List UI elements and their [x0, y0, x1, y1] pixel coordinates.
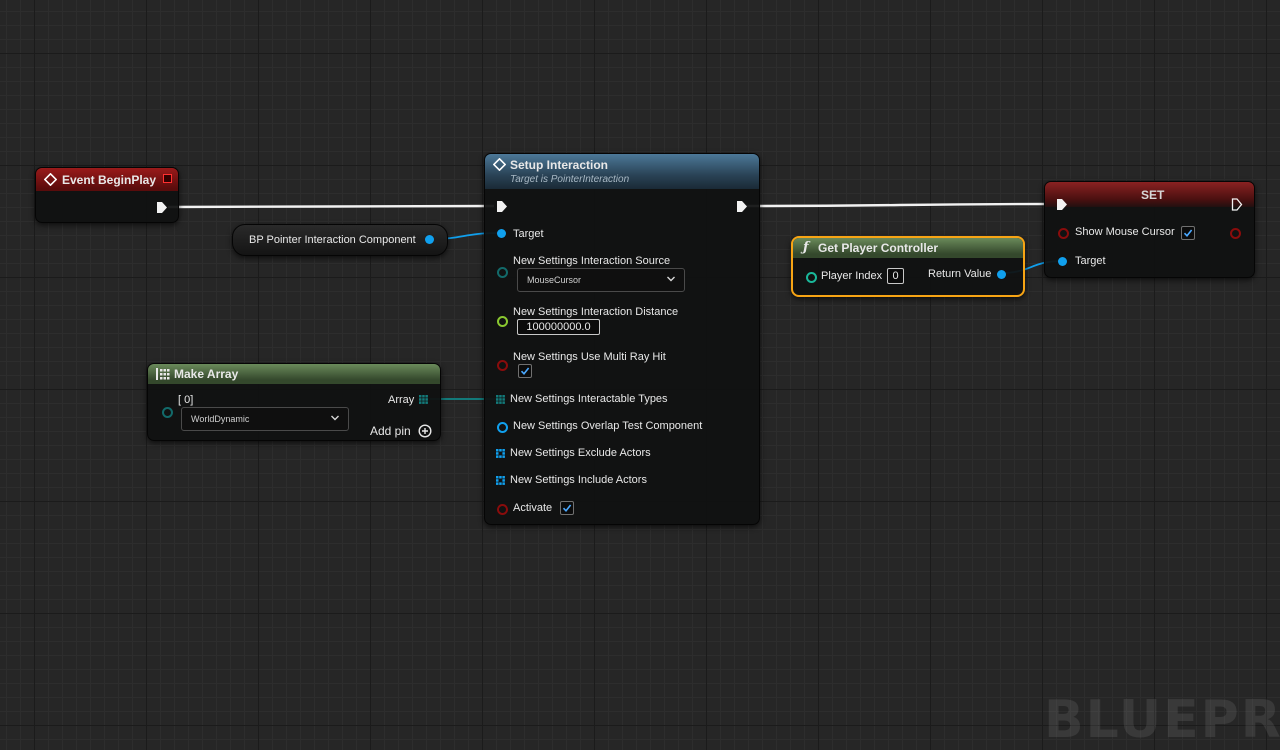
- return-value-label: Return Value: [928, 268, 992, 280]
- array-output-label: Array: [388, 394, 415, 406]
- interaction-distance-label: New Settings Interaction Distance: [513, 306, 679, 318]
- get-player-controller-title: Get Player Controller: [818, 241, 939, 255]
- show-mouse-cursor-out-pin[interactable]: [1230, 228, 1241, 239]
- checkmark-icon: [1183, 229, 1193, 238]
- plus-circle-icon: [418, 424, 432, 438]
- array-grid-pin-icon[interactable]: [496, 476, 505, 485]
- function-diamond-icon: [493, 158, 506, 171]
- array-grid-icon: [156, 368, 170, 380]
- exec-out-pin[interactable]: [156, 201, 168, 214]
- exec-out-pin[interactable]: [1231, 198, 1243, 211]
- chevron-down-icon: [667, 276, 675, 282]
- array-item-dropdown[interactable]: WorldDynamic: [181, 407, 349, 431]
- exec-in-pin[interactable]: [496, 200, 508, 213]
- multi-ray-hit-label: New Settings Use Multi Ray Hit: [513, 351, 666, 363]
- set-title: SET: [1141, 188, 1165, 202]
- exec-out-pin[interactable]: [736, 200, 748, 213]
- include-actors-label: New Settings Include Actors: [510, 474, 647, 486]
- player-index-pin[interactable]: [806, 272, 817, 283]
- exec-wire-beginplay-to-setup: [167, 204, 495, 209]
- multi-ray-hit-checkbox[interactable]: [518, 364, 532, 378]
- interaction-source-pin[interactable]: [497, 267, 508, 278]
- interaction-source-value: MouseCursor: [527, 275, 582, 285]
- array-grid-pin-icon[interactable]: [496, 449, 505, 458]
- array-index-label: [ 0]: [178, 394, 194, 406]
- get-player-controller-header: ƒ Get Player Controller: [793, 238, 1023, 258]
- set-target-pin[interactable]: [1058, 257, 1067, 266]
- exec-wire-setup-to-set: [745, 202, 1057, 208]
- show-mouse-cursor-label: Show Mouse Cursor: [1075, 226, 1175, 238]
- component-output-pin[interactable]: [425, 235, 434, 244]
- component-variable-label: BP Pointer Interaction Component: [249, 234, 416, 246]
- setup-interaction-node[interactable]: Setup Interaction Target is PointerInter…: [484, 153, 760, 525]
- make-array-header: Make Array: [148, 364, 440, 384]
- checkmark-icon: [520, 367, 530, 376]
- event-begin-play-node[interactable]: Event BeginPlay: [35, 167, 179, 223]
- player-index-input[interactable]: 0: [887, 268, 904, 284]
- event-diamond-icon: [44, 173, 57, 186]
- setup-interaction-subtitle: Target is PointerInteraction: [510, 174, 630, 185]
- blueprint-watermark: BLUEPRINT: [1044, 690, 1280, 750]
- target-label: Target: [513, 228, 544, 240]
- function-f-icon: ƒ: [803, 240, 809, 255]
- interaction-source-label: New Settings Interaction Source: [513, 255, 671, 267]
- delegate-pin-icon[interactable]: [163, 174, 172, 183]
- array-grid-pin-icon[interactable]: [496, 395, 505, 404]
- add-pin-button[interactable]: Add pin: [370, 424, 438, 440]
- set-header: SET: [1045, 182, 1254, 207]
- get-player-controller-node[interactable]: ƒ Get Player Controller Player Index 0 R…: [791, 236, 1025, 297]
- target-pin[interactable]: [497, 229, 506, 238]
- set-variable-node[interactable]: SET Show Mouse Cursor Target: [1044, 181, 1255, 278]
- return-value-pin[interactable]: [997, 270, 1006, 279]
- chevron-down-icon: [331, 415, 339, 421]
- event-begin-play-header: Event BeginPlay: [36, 168, 178, 191]
- event-begin-play-title: Event BeginPlay: [62, 173, 157, 187]
- array-output-pin-icon[interactable]: [419, 395, 428, 404]
- make-array-node[interactable]: Make Array [ 0] WorldDynamic Array Add p…: [147, 363, 441, 441]
- setup-interaction-header: Setup Interaction Target is PointerInter…: [485, 154, 759, 189]
- show-mouse-cursor-checkbox[interactable]: [1181, 226, 1195, 240]
- exclude-actors-label: New Settings Exclude Actors: [510, 447, 651, 459]
- interaction-source-dropdown[interactable]: MouseCursor: [517, 268, 685, 292]
- array-item-pin[interactable]: [162, 407, 173, 418]
- interaction-distance-input[interactable]: 100000000.0: [517, 319, 600, 335]
- component-variable-node[interactable]: BP Pointer Interaction Component: [232, 224, 448, 256]
- checkmark-icon: [562, 504, 572, 513]
- overlap-test-label: New Settings Overlap Test Component: [513, 420, 703, 432]
- activate-label: Activate: [513, 502, 553, 514]
- interactable-types-label: New Settings Interactable Types: [510, 393, 668, 405]
- activate-pin[interactable]: [497, 504, 508, 515]
- setup-interaction-title: Setup Interaction: [510, 158, 609, 172]
- multi-ray-hit-pin[interactable]: [497, 360, 508, 371]
- exec-in-pin[interactable]: [1056, 198, 1068, 211]
- overlap-test-pin[interactable]: [497, 422, 508, 433]
- interaction-distance-pin[interactable]: [497, 316, 508, 327]
- activate-checkbox[interactable]: [560, 501, 574, 515]
- add-pin-label: Add pin: [370, 424, 411, 438]
- set-target-label: Target: [1075, 255, 1106, 267]
- make-array-title: Make Array: [174, 367, 239, 381]
- show-mouse-cursor-in-pin[interactable]: [1058, 228, 1069, 239]
- array-item-value: WorldDynamic: [191, 414, 250, 424]
- player-index-label: Player Index: [821, 270, 883, 282]
